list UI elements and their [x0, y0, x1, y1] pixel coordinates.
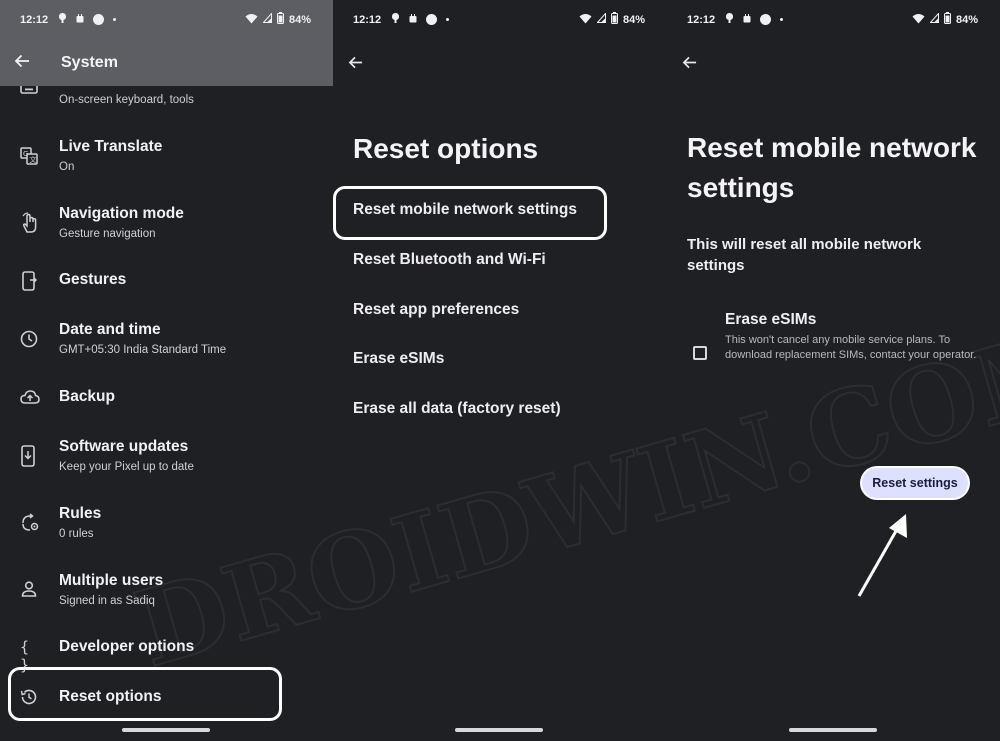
record-dot-icon	[426, 14, 437, 25]
app-notification-icon	[743, 13, 751, 26]
record-dot-icon	[93, 14, 104, 25]
battery-icon	[943, 12, 951, 27]
page-title: Reset options	[353, 133, 539, 164]
description-text: This will reset all mobile network setti…	[687, 236, 922, 274]
option-erase-esims[interactable]: Erase eSIMs	[353, 350, 444, 368]
item-sub: 0 rules	[59, 528, 94, 540]
phone-gesture-icon	[20, 271, 40, 291]
highlight-reset-options	[8, 667, 282, 721]
item-sub: On	[59, 161, 75, 173]
item-sub: Keep your Pixel up to date	[59, 461, 194, 473]
option-factory-reset[interactable]: Erase all data (factory reset)	[353, 400, 561, 418]
braces-icon: { }	[20, 638, 30, 674]
gesture-bar[interactable]	[789, 728, 877, 732]
notification-icon	[725, 12, 734, 27]
item-label: Backup	[59, 388, 115, 405]
notification-icon	[58, 12, 67, 27]
settings-item-multiple-users[interactable]: Multiple users Signed in as Sadiq	[0, 571, 333, 631]
status-bar: 12:12 84%	[333, 0, 667, 40]
more-dot-icon	[446, 18, 449, 21]
item-sub: GMT+05:30 India Standard Time	[59, 344, 227, 356]
wifi-icon	[245, 13, 258, 27]
erase-esims-sub: This won't cancel any mobile service pla…	[725, 334, 977, 361]
back-arrow-icon[interactable]	[682, 55, 697, 75]
system-settings-panel: On-screen keyboard, tools G文 Live Transl…	[0, 0, 333, 741]
more-dot-icon	[780, 18, 783, 21]
clock-icon	[20, 330, 40, 350]
item-label: Software updates	[59, 438, 189, 455]
translate-icon: G文	[20, 147, 40, 167]
wifi-icon	[579, 13, 592, 27]
item-label: Rules	[59, 505, 102, 522]
battery-icon	[610, 12, 618, 27]
gesture-bar[interactable]	[455, 728, 543, 732]
option-reset-app-preferences[interactable]: Reset app preferences	[353, 301, 519, 319]
item-label: Date and time	[59, 321, 161, 338]
item-sub: Gesture navigation	[59, 228, 156, 240]
signal-icon	[262, 12, 272, 26]
settings-item-navigation-mode[interactable]: Navigation mode Gesture navigation	[0, 204, 333, 264]
battery-icon	[276, 12, 284, 27]
item-label: Gestures	[59, 271, 127, 288]
app-notification-icon	[409, 13, 417, 26]
signal-icon	[929, 12, 939, 26]
option-reset-bluetooth-wifi[interactable]: Reset Bluetooth and Wi-Fi	[353, 251, 546, 269]
record-dot-icon	[760, 14, 771, 25]
item-label: Multiple users	[59, 572, 164, 589]
status-bar: 12:12 84%	[667, 0, 1000, 40]
battery-percent: 84%	[622, 13, 645, 26]
gesture-bar[interactable]	[122, 728, 210, 732]
pointer-arrow-icon	[854, 512, 914, 607]
page-title: Reset mobile network settings	[687, 132, 977, 203]
settings-item-software-updates[interactable]: Software updates Keep your Pixel up to d…	[0, 437, 333, 497]
svg-text:G: G	[23, 150, 28, 158]
battery-percent: 84%	[955, 13, 978, 26]
option-reset-mobile-network[interactable]: Reset mobile network settings	[353, 201, 577, 219]
item-label: Navigation mode	[59, 205, 184, 222]
settings-item-rules[interactable]: Rules 0 rules	[0, 504, 333, 564]
status-time: 12:12	[20, 14, 49, 26]
item-label: Developer options	[59, 638, 195, 655]
more-dot-icon	[113, 18, 116, 21]
reset-network-panel: 12:12 84% Reset mobile network settings …	[667, 0, 1000, 741]
status-time: 12:12	[353, 14, 382, 26]
app-bar: 12:12 84% System	[0, 0, 333, 86]
notification-icon	[391, 12, 400, 27]
rules-icon	[20, 513, 40, 533]
wifi-icon	[912, 13, 925, 27]
back-arrow-icon[interactable]	[14, 53, 30, 74]
erase-esims-label[interactable]: Erase eSIMs	[725, 311, 816, 329]
system-update-icon	[20, 445, 40, 467]
settings-item-date-time[interactable]: Date and time GMT+05:30 India Standard T…	[0, 321, 333, 381]
back-arrow-icon[interactable]	[348, 55, 363, 75]
status-bar: 12:12 84%	[0, 0, 333, 40]
cloud-upload-icon	[20, 389, 40, 409]
item-label: Live Translate	[59, 138, 163, 155]
gesture-hand-icon	[20, 212, 40, 233]
item-sub: Signed in as Sadiq	[59, 595, 155, 607]
reset-options-panel: 12:12 84% Reset options Reset mobile net…	[333, 0, 667, 741]
signal-icon	[596, 12, 606, 26]
status-time: 12:12	[687, 14, 716, 26]
person-icon	[20, 580, 40, 600]
erase-esims-checkbox[interactable]	[693, 346, 707, 360]
app-notification-icon	[76, 13, 84, 26]
svg-text:文: 文	[30, 155, 37, 164]
settings-item-live-translate[interactable]: G文 Live Translate On	[0, 137, 333, 197]
reset-settings-button[interactable]: Reset settings	[862, 468, 968, 498]
keyboard-item-sub: On-screen keyboard, tools	[59, 94, 194, 106]
page-title: System	[61, 54, 118, 71]
battery-percent: 84%	[288, 13, 311, 26]
